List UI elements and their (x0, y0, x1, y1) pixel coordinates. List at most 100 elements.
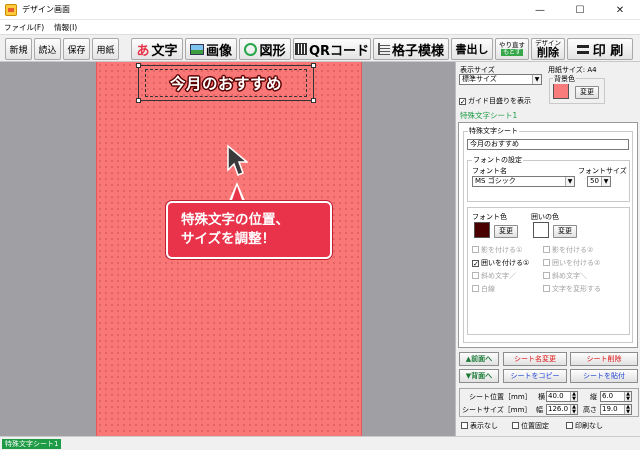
sheet-text-input[interactable]: 今月のおすすめ (467, 139, 629, 150)
sheet-size-label: シートサイズ［mm］ (462, 406, 532, 414)
open-button[interactable]: 読込 (34, 38, 61, 60)
send-back-button[interactable]: ▼背面へ (459, 369, 499, 383)
border-color-swatch[interactable] (533, 222, 549, 238)
resize-handle-tl[interactable] (136, 63, 141, 68)
close-button[interactable]: ✕ (600, 0, 640, 20)
menu-file[interactable]: ファイル(F) (4, 22, 44, 33)
resize-handle-br[interactable] (311, 98, 316, 103)
hide-checkbox-row[interactable]: 表示なし (461, 421, 498, 431)
bring-front-button[interactable]: ▲前面へ (459, 352, 499, 366)
display-size-select[interactable]: 標準サイズ ▼ (459, 74, 542, 85)
x-position-input[interactable]: 40.0 ▲ ▼ (546, 391, 578, 402)
spinner-icon[interactable]: ▲ ▼ (624, 405, 631, 414)
chevron-down-icon: ▼ (532, 75, 541, 84)
qr-tool-button[interactable]: QRコード (293, 38, 371, 60)
background-color-label: 背景色 (553, 74, 576, 84)
height-input[interactable]: 19.0 ▲ ▼ (600, 404, 632, 415)
menu-bar: ファイル(F) 情報(I) (0, 20, 640, 34)
option-border-1[interactable]: ✓ 囲いを付ける① (472, 258, 529, 268)
shape-tool-label: 図形 (259, 43, 286, 59)
save-button[interactable]: 保存 (63, 38, 90, 60)
toolbar: 新規 読込 保存 用紙 あ 文字 画像 図形 QRコード 格子模様 書出し やり… (0, 34, 640, 62)
background-change-button[interactable]: 変更 (575, 86, 599, 99)
minimize-button[interactable]: — (520, 0, 560, 20)
x-label: 横 (538, 393, 545, 401)
background-color-swatch[interactable] (553, 83, 569, 99)
status-bar: 特殊文字シート1 (0, 436, 640, 450)
option-italic-left[interactable]: 斜め文字＼ (543, 271, 587, 281)
border-color-label: 囲いの色 (531, 213, 559, 221)
text-tool-label: 文字 (151, 43, 178, 59)
printer-icon (576, 44, 589, 54)
font-color-swatch[interactable] (474, 222, 490, 238)
font-color-change-button[interactable]: 変更 (494, 225, 518, 238)
spinner-icon[interactable]: ▲ ▼ (570, 392, 577, 401)
sheet-properties-box: 特殊文字シート 今月のおすすめ フォントの設定 フォント名 MS ゴシック ▼ … (458, 122, 638, 348)
delete-sheet-button[interactable]: シート削除 (570, 352, 638, 366)
undo-badge: もとす (501, 49, 523, 56)
print-label: 印 刷 (592, 43, 624, 59)
option-transform[interactable]: 文字を変形する (543, 284, 601, 294)
text-tool-button[interactable]: あ 文字 (131, 38, 183, 60)
copy-sheet-button[interactable]: シートをコピー (503, 369, 567, 383)
font-size-select[interactable]: 50 ▼ (587, 176, 611, 187)
font-color-label: フォント色 (472, 213, 507, 221)
grid-pattern-button[interactable]: 格子模様 (373, 38, 449, 60)
menu-info[interactable]: 情報(I) (54, 22, 77, 33)
w-label: 幅 (536, 406, 543, 414)
sheet-group: 特殊文字シート 今月のおすすめ フォントの設定 フォント名 MS ゴシック ▼ … (463, 127, 633, 343)
rename-sheet-button[interactable]: シート名変更 (503, 352, 567, 366)
decoration-group: フォント色 囲いの色 変更 変更 影を付ける① 影を付ける② ✓ 囲いを付ける① … (467, 207, 630, 335)
grid-pattern-label: 格子模様 (391, 43, 444, 59)
font-name-select[interactable]: MS ゴシック ▼ (472, 176, 575, 187)
print-button[interactable]: 印 刷 (567, 38, 633, 60)
maximize-button[interactable]: ☐ (560, 0, 600, 20)
image-tool-button[interactable]: 画像 (185, 38, 237, 60)
chevron-down-icon: ▼ (601, 177, 610, 186)
resize-handle-bl[interactable] (136, 98, 141, 103)
properties-panel: 表示サイズ 標準サイズ ▼ 用紙サイズ: A4 背景色 変更 ✓ ガイド目盛りを表… (455, 62, 640, 436)
undo-label: やり直す (499, 41, 525, 49)
circle-shape-icon (244, 42, 258, 56)
spinner-icon[interactable]: ▲ ▼ (570, 405, 577, 414)
width-input[interactable]: 126.0 ▲ ▼ (546, 404, 578, 415)
resize-handle-tr[interactable] (311, 63, 316, 68)
sheet-geometry-box: シート位置［mm］ シートサイズ［mm］ 横 40.0 ▲ ▼ 幅 126.0 ▲ ▼ … (459, 388, 639, 417)
title-bar: デザイン画面 — ☐ ✕ (0, 0, 640, 20)
window-title: デザイン画面 (22, 5, 70, 14)
app-icon (5, 3, 17, 16)
y-position-input[interactable]: 6.0 ▲ ▼ (600, 391, 632, 402)
shape-tool-button[interactable]: 図形 (239, 38, 291, 60)
paste-sheet-button[interactable]: シートを貼付 (570, 369, 638, 383)
image-tool-label: 画像 (205, 43, 232, 59)
tab-special-text-sheet[interactable]: 特殊文字シート1 (458, 110, 636, 122)
no-print-checkbox-row[interactable]: 印刷なし (566, 421, 603, 431)
fix-position-checkbox-row[interactable]: 位置固定 (512, 421, 549, 431)
status-sheet-name: 特殊文字シート1 (2, 439, 62, 449)
spinner-icon[interactable]: ▲ ▼ (624, 392, 631, 401)
option-white-line[interactable]: 白線 (472, 284, 495, 294)
export-button[interactable]: 書出し (451, 38, 493, 60)
undo-button[interactable]: やり直す もとす (495, 38, 529, 60)
option-border-2[interactable]: 囲いを付ける② (543, 258, 600, 268)
guide-label: ガイド目盛りを表示 (468, 97, 531, 105)
delete-design-button[interactable]: デザイン 削除 (531, 38, 565, 60)
display-size-value: 標準サイズ (462, 75, 497, 83)
y-label: 縦 (590, 393, 597, 401)
guide-checkbox-row[interactable]: ✓ ガイド目盛りを表示 (459, 96, 531, 106)
mouse-cursor-icon (227, 144, 248, 176)
sheet-group-title: 特殊文字シート (468, 127, 519, 135)
paper-button[interactable]: 用紙 (92, 38, 119, 60)
qr-code-icon (294, 43, 307, 55)
guide-checkbox[interactable]: ✓ (459, 98, 466, 106)
new-button[interactable]: 新規 (5, 38, 32, 60)
option-italic-right[interactable]: 斜め文字／ (472, 271, 516, 281)
special-text-object[interactable]: 今月のおすすめ (145, 69, 307, 97)
option-shadow-2[interactable]: 影を付ける② (543, 245, 593, 255)
design-canvas-area[interactable]: 今月のおすすめ 特殊文字の位置、 サイズを調整！ (0, 62, 455, 436)
border-color-change-button[interactable]: 変更 (553, 225, 577, 238)
image-icon (189, 43, 204, 55)
option-shadow-1[interactable]: 影を付ける① (472, 245, 522, 255)
font-size-label: フォントサイズ (578, 167, 627, 175)
instruction-callout: 特殊文字の位置、 サイズを調整！ (166, 201, 332, 259)
